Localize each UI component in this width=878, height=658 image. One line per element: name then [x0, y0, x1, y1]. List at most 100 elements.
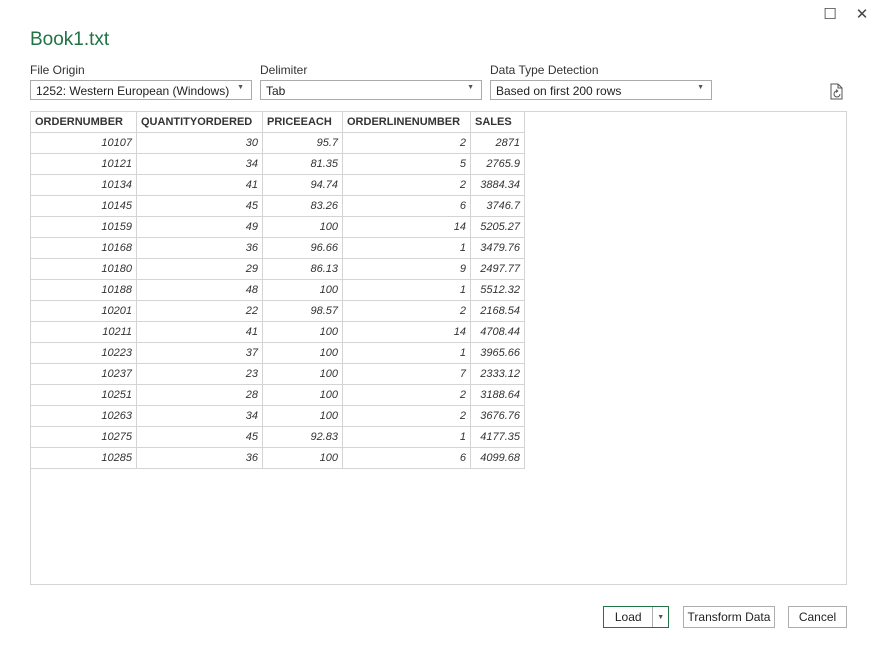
- table-cell: 83.26: [262, 195, 343, 217]
- table-cell: 94.74: [262, 174, 343, 196]
- file-origin-dropdown[interactable]: 1252: Western European (Windows) ▼: [30, 80, 252, 100]
- header-row: ORDERNUMBER QUANTITYORDERED PRICEEACH OR…: [30, 111, 525, 133]
- table-row: 10121 34 81.35 5 2765.9: [30, 153, 525, 175]
- table-cell: 10121: [30, 153, 137, 175]
- table-cell: 45: [136, 426, 263, 448]
- data-type-detection-dropdown[interactable]: Based on first 200 rows ▼: [490, 80, 712, 100]
- table-cell: 36: [136, 237, 263, 259]
- close-icon[interactable]: ✕: [850, 4, 874, 24]
- table-cell: 3965.66: [470, 342, 525, 364]
- maximize-icon[interactable]: ☐: [818, 4, 842, 24]
- table-cell: 4177.35: [470, 426, 525, 448]
- column-header: QUANTITYORDERED: [136, 111, 263, 133]
- delimiter-value: Tab: [266, 84, 286, 98]
- table-cell: 100: [262, 363, 343, 385]
- table-cell: 9: [342, 258, 471, 280]
- table-cell: 14: [342, 321, 471, 343]
- table-cell: 10180: [30, 258, 137, 280]
- chevron-down-icon[interactable]: ▼: [652, 607, 668, 627]
- table-cell: 5205.27: [470, 216, 525, 238]
- chevron-down-icon: ▼: [467, 84, 474, 91]
- load-split-button[interactable]: Load ▼: [603, 606, 669, 628]
- table-row: 10168 36 96.66 1 3479.76: [30, 237, 525, 259]
- table-cell: 100: [262, 216, 343, 238]
- column-header: SALES: [470, 111, 525, 133]
- table-cell: 1: [342, 279, 471, 301]
- table-cell: 100: [262, 342, 343, 364]
- table-cell: 14: [342, 216, 471, 238]
- table-cell: 96.66: [262, 237, 343, 259]
- table-row: 10223 37 100 1 3965.66: [30, 342, 525, 364]
- table-cell: 34: [136, 153, 263, 175]
- table-row: 10275 45 92.83 1 4177.35: [30, 426, 525, 448]
- table-cell: 2333.12: [470, 363, 525, 385]
- table-cell: 4708.44: [470, 321, 525, 343]
- data-type-detection-value: Based on first 200 rows: [496, 84, 622, 98]
- table-cell: 1: [342, 237, 471, 259]
- table-cell: 92.83: [262, 426, 343, 448]
- refresh-preview-icon[interactable]: [828, 83, 846, 101]
- table-cell: 6: [342, 195, 471, 217]
- table-cell: 10107: [30, 132, 137, 154]
- table-cell: 3676.76: [470, 405, 525, 427]
- table-row: 10134 41 94.74 2 3884.34: [30, 174, 525, 196]
- table-cell: 10251: [30, 384, 137, 406]
- table-cell: 2: [342, 405, 471, 427]
- table-cell: 2: [342, 384, 471, 406]
- table-cell: 36: [136, 447, 263, 469]
- table-cell: 41: [136, 174, 263, 196]
- table-cell: 10134: [30, 174, 137, 196]
- table-cell: 95.7: [262, 132, 343, 154]
- table-cell: 2871: [470, 132, 525, 154]
- table-cell: 10188: [30, 279, 137, 301]
- table-cell: 41: [136, 321, 263, 343]
- table-cell: 49: [136, 216, 263, 238]
- table-row: 10285 36 100 6 4099.68: [30, 447, 525, 469]
- table-cell: 2497.77: [470, 258, 525, 280]
- table-cell: 100: [262, 321, 343, 343]
- table-cell: 29: [136, 258, 263, 280]
- table-cell: 2168.54: [470, 300, 525, 322]
- table-cell: 10211: [30, 321, 137, 343]
- chevron-down-icon: ▼: [697, 84, 704, 91]
- data-type-detection-label: Data Type Detection: [490, 63, 599, 77]
- table-cell: 5512.32: [470, 279, 525, 301]
- table-cell: 100: [262, 384, 343, 406]
- table-cell: 28: [136, 384, 263, 406]
- table-cell: 10275: [30, 426, 137, 448]
- table-cell: 98.57: [262, 300, 343, 322]
- column-header: PRICEEACH: [262, 111, 343, 133]
- table-cell: 81.35: [262, 153, 343, 175]
- table-cell: 10237: [30, 363, 137, 385]
- load-button[interactable]: Load: [604, 610, 652, 624]
- table-row: 10211 41 100 14 4708.44: [30, 321, 525, 343]
- table-cell: 3188.64: [470, 384, 525, 406]
- table-cell: 10223: [30, 342, 137, 364]
- table-cell: 10263: [30, 405, 137, 427]
- cancel-button[interactable]: Cancel: [788, 606, 847, 628]
- delimiter-label: Delimiter: [260, 63, 308, 77]
- chevron-down-icon: ▼: [237, 84, 244, 91]
- table-cell: 86.13: [262, 258, 343, 280]
- table-cell: 30: [136, 132, 263, 154]
- table-row: 10263 34 100 2 3676.76: [30, 405, 525, 427]
- table-row: 10237 23 100 7 2333.12: [30, 363, 525, 385]
- table-cell: 100: [262, 447, 343, 469]
- table-cell: 2: [342, 132, 471, 154]
- dialog-title: Book1.txt: [30, 29, 110, 50]
- column-header: ORDERLINENUMBER: [342, 111, 471, 133]
- transform-data-button[interactable]: Transform Data: [683, 606, 775, 628]
- table-cell: 10168: [30, 237, 137, 259]
- preview-grid[interactable]: ORDERNUMBER QUANTITYORDERED PRICEEACH OR…: [30, 111, 847, 585]
- table-cell: 10201: [30, 300, 137, 322]
- table-cell: 1: [342, 426, 471, 448]
- table-row: 10145 45 83.26 6 3746.7: [30, 195, 525, 217]
- delimiter-dropdown[interactable]: Tab ▼: [260, 80, 482, 100]
- table-row: 10159 49 100 14 5205.27: [30, 216, 525, 238]
- column-header: ORDERNUMBER: [30, 111, 137, 133]
- table-cell: 37: [136, 342, 263, 364]
- file-origin-label: File Origin: [30, 63, 85, 77]
- table-cell: 1: [342, 342, 471, 364]
- table-row: 10188 48 100 1 5512.32: [30, 279, 525, 301]
- table-cell: 3479.76: [470, 237, 525, 259]
